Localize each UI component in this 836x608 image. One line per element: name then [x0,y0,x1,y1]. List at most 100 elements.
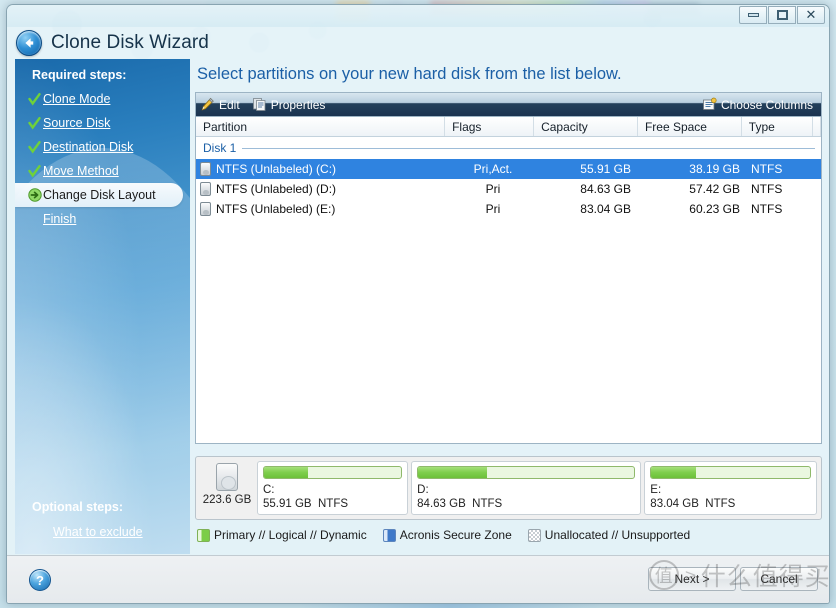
disk-map-letter: D: [417,484,429,496]
cancel-button[interactable]: Cancel [740,567,818,591]
page-title: Clone Disk Wizard [51,32,209,53]
column-header-partition[interactable]: Partition [196,117,446,136]
disk-map-size: 83.04 GB NTFS [650,498,736,510]
sidebar-optional-label: Optional steps: [32,500,123,514]
back-button[interactable] [16,30,42,56]
partition-type: NTFS [751,202,783,216]
sidebar-item-source-disk[interactable]: Source Disk [15,111,190,135]
sidebar-item-label: Clone Mode [43,92,111,106]
check-icon [26,92,43,106]
disk-group-label: Disk 1 [203,141,237,155]
partition-name: NTFS (Unlabeled) (D:) [216,182,337,196]
edit-button-label: Edit [219,97,240,112]
sidebar-item-label: Move Method [43,164,119,178]
usage-bar [650,466,811,479]
partition-name: NTFS (Unlabeled) (C:) [216,162,337,176]
choose-columns-label: Choose Columns [720,97,813,112]
application-window: ✕ Clone Disk Wizard Required steps: Clon… [6,4,830,604]
maximize-icon [776,10,788,20]
sidebar-item-label: Source Disk [43,116,111,130]
sidebar-item-move-method[interactable]: Move Method [15,159,190,183]
window-header: Clone Disk Wizard [7,27,829,59]
partition-type: NTFS [751,162,783,176]
partition-capacity: 83.04 GB [580,202,631,216]
partition-capacity: 55.91 GB [580,162,631,176]
title-bar: ✕ [7,5,829,27]
legend: Primary // Logical // Dynamic Acronis Se… [197,525,822,545]
column-header-type[interactable]: Type [742,117,814,136]
gray-swatch-icon [527,528,541,542]
bottom-bar: ? Next > Cancel 值 > 什么值得买 [7,555,829,603]
partition-icon [200,202,211,216]
check-icon [26,164,43,178]
back-arrow-icon [25,38,34,48]
partition-flags: Pri [485,202,501,216]
legend-item-primary: Primary // Logical // Dynamic [197,528,367,542]
arrow-right-icon [26,188,43,202]
disk-map-partition[interactable]: D: 84.63 GB NTFS [411,461,642,515]
partition-icon [200,162,211,176]
legend-label: Unallocated // Unsupported [544,528,691,542]
next-button[interactable]: Next > [648,567,736,591]
maximize-button[interactable] [768,6,796,24]
disk-map-partition[interactable]: C: 55.91 GB NTFS [257,461,409,515]
disk-map-header: 223.6 GB [200,461,254,515]
table-row[interactable]: NTFS (Unlabeled) (D:) Pri 84.63 GB 57.42… [196,179,821,199]
partition-free-space: 57.42 GB [689,182,740,196]
sidebar-item-destination-disk[interactable]: Destination Disk [15,135,190,159]
taskbar-glow [300,604,600,608]
close-icon: ✕ [805,7,817,23]
disk-map-size: 84.63 GB NTFS [417,498,503,510]
help-button[interactable]: ? [29,569,51,591]
legend-label: Primary // Logical // Dynamic [214,528,367,542]
choose-columns-button[interactable]: Choose Columns [698,93,821,116]
blue-swatch-icon [382,528,396,542]
edit-button[interactable]: Edit [196,93,248,116]
minimize-button[interactable] [739,6,767,24]
sidebar-item-clone-mode[interactable]: Clone Mode [15,87,190,111]
legend-item-unallocated: Unallocated // Unsupported [527,528,691,542]
disk-map-partition[interactable]: E: 83.04 GB NTFS [644,461,817,515]
minimize-icon [747,13,759,17]
sidebar-item-label: Change Disk Layout [43,188,156,202]
close-button[interactable]: ✕ [797,6,825,24]
column-header-free-space[interactable]: Free Space [638,117,742,136]
partition-capacity: 84.63 GB [580,182,631,196]
column-header-flags[interactable]: Flags [445,117,535,136]
partition-flags: Pri,Act. [473,162,513,176]
column-header-spacer [813,117,821,136]
column-header-capacity[interactable]: Capacity [534,117,638,136]
hard-disk-icon [216,463,238,491]
pencil-icon [200,97,215,112]
disk-map-letter: E: [650,484,662,496]
properties-button[interactable]: Properties [248,93,334,116]
choose-columns-icon [702,97,717,112]
properties-icon [252,97,267,112]
toolbar: Edit Properties Choose Columns [195,92,822,116]
table-row[interactable]: NTFS (Unlabeled) (E:) Pri 83.04 GB 60.23… [196,199,821,219]
column-headers: Partition Flags Capacity Free Space Type [196,117,821,137]
partition-icon [200,182,211,196]
partition-name-cell: NTFS (Unlabeled) (E:) [196,202,448,216]
partition-name-cell: NTFS (Unlabeled) (C:) [196,162,448,176]
table-row[interactable]: NTFS (Unlabeled) (C:) Pri,Act. 55.91 GB … [196,159,821,179]
properties-button-label: Properties [270,97,326,112]
sidebar-item-change-disk-layout[interactable]: Change Disk Layout [15,183,183,207]
sidebar-item-label: Destination Disk [43,140,134,154]
legend-item-secure-zone: Acronis Secure Zone [382,528,512,542]
check-icon [26,116,43,130]
partition-list[interactable]: Partition Flags Capacity Free Space Type… [195,116,822,444]
check-icon [26,140,43,154]
sidebar-item-what-to-exclude[interactable]: What to exclude [53,525,143,539]
green-swatch-icon [197,528,210,542]
disk-group-divider [242,147,815,149]
disk-map-letter: C: [263,484,275,496]
legend-label: Acronis Secure Zone [399,528,512,542]
content-heading: Select partitions on your new hard disk … [197,65,622,83]
usage-bar [263,466,403,479]
main-content: Select partitions on your new hard disk … [190,59,825,551]
sidebar-item-finish[interactable]: Finish [15,207,190,231]
disk-map[interactable]: 223.6 GB C: 55.91 GB NTFS D: 84.63 GB NT… [195,456,822,520]
window-controls: ✕ [739,6,825,24]
partition-flags: Pri [485,182,501,196]
